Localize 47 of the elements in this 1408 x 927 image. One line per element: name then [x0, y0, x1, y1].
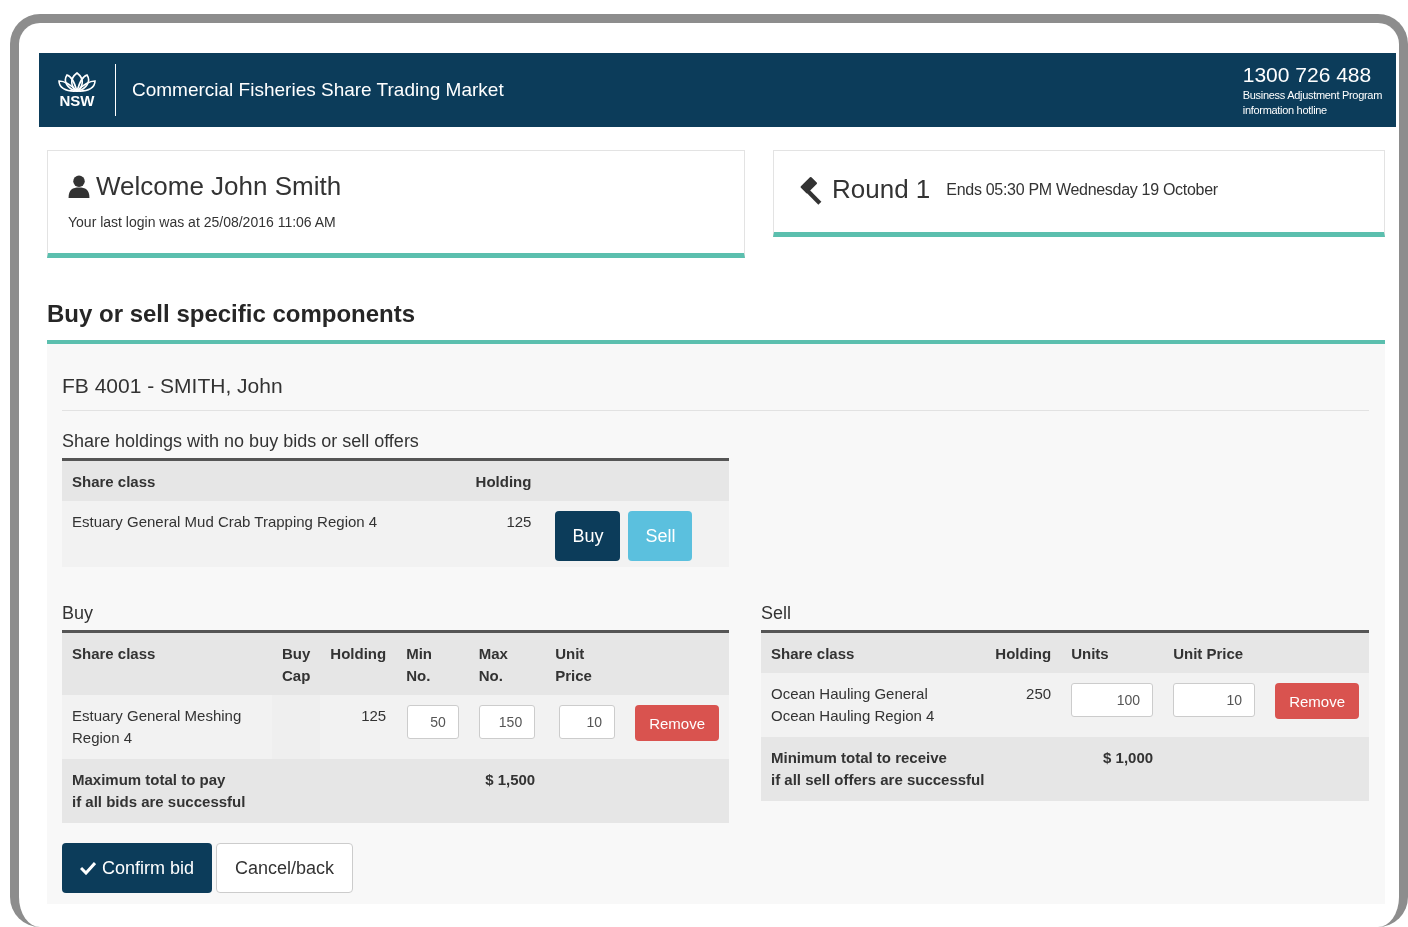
user-icon: [68, 175, 90, 198]
table-title: Share holdings with no buy bids or sell offers: [62, 431, 420, 452]
units-field[interactable]: 100: [1071, 683, 1154, 717]
column-header: Unit Price: [545, 631, 626, 695]
total-label: Maximum total to pay if all bids are successful: [72, 770, 247, 812]
column-header: Share class: [62, 631, 272, 695]
account-name: FB 4001 - SMITH, John: [62, 374, 284, 398]
column-header: Unit Price: [1163, 631, 1266, 673]
round-end-time: Ends 05:30 PM Wednesday 19 October: [946, 180, 1218, 199]
action-button[interactable]: Buy: [555, 511, 621, 561]
column-header: Holding: [320, 631, 397, 695]
column-header: Holding: [985, 631, 1062, 673]
unit-price-field[interactable]: 10: [559, 705, 616, 739]
form-button[interactable]: Cancel/back: [216, 843, 354, 893]
column-header: Units: [1061, 631, 1164, 673]
table-cell: 250: [985, 673, 1062, 737]
table-cell: Estuary General Mud Crab Trapping Region 4: [62, 501, 462, 567]
total-value: $ 1,000: [1103, 749, 1154, 766]
table-title: Buy: [62, 603, 95, 624]
column-header: Max No.: [468, 631, 546, 695]
table-cell: 125: [462, 501, 542, 567]
column-header: Share class: [62, 459, 462, 501]
remove-button[interactable]: Remove: [1275, 683, 1359, 719]
logo-text: NSW: [59, 93, 95, 109]
column-header: Buy Cap: [272, 631, 321, 695]
total-label: Minimum total to receive if all sell offers are successful: [771, 748, 986, 790]
round-title: Round 1: [832, 174, 931, 205]
form-button[interactable]: Confirm bid: [62, 843, 213, 893]
column-header: Min No.: [396, 631, 469, 695]
max-number-field[interactable]: 150: [479, 705, 536, 739]
min-number-field[interactable]: 50: [406, 705, 459, 739]
site-title: Commercial Fisheries Share Trading Market: [132, 79, 504, 101]
waratah-icon: [57, 71, 97, 93]
table-cell: Estuary General Meshing Region 4: [62, 695, 272, 759]
hotline-caption: Business Adjustment Program information hotline: [1242, 88, 1382, 118]
check-icon: [80, 861, 96, 875]
remove-button[interactable]: Remove: [635, 705, 719, 741]
phone-number: 1300 726 488: [1242, 62, 1373, 88]
column-header: Share class: [761, 631, 986, 673]
table-cell: Ocean Hauling General Ocean Hauling Region 4: [761, 673, 986, 737]
table-title: Sell: [761, 603, 792, 624]
last-login-text: Your last login was at 25/08/2016 11:06 AM: [68, 214, 337, 230]
welcome-title: Welcome John Smith: [96, 171, 342, 202]
column-header: Holding: [462, 459, 542, 501]
unit-price-field[interactable]: 10: [1173, 683, 1256, 717]
table-cell: 125: [320, 695, 397, 759]
total-value: $ 1,500: [485, 771, 536, 788]
